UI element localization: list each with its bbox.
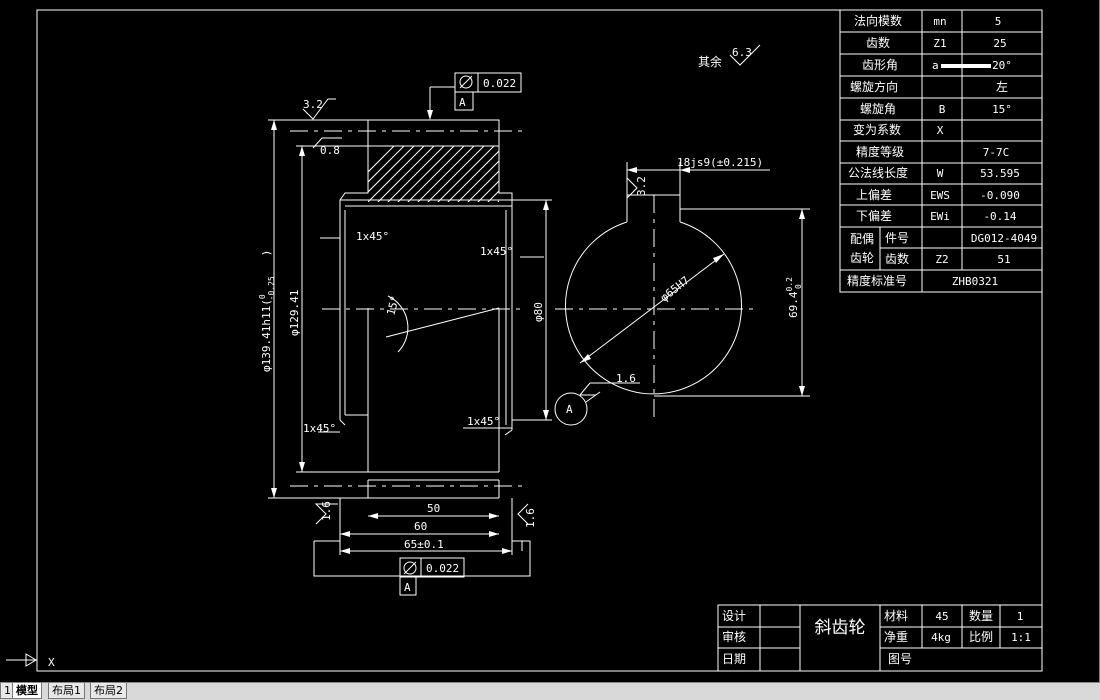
param-symbol: W [937, 167, 944, 180]
param-name: 法向模数 [854, 13, 902, 28]
material-value: 45 [935, 610, 948, 623]
hole-label: φ65H7 [658, 274, 692, 305]
length-50-label: 50 [427, 502, 440, 515]
param-symbol: EWi [930, 210, 950, 223]
mate-part-label: 件号 [885, 231, 909, 245]
layout-tab-bar: 1 模型 布局1 布局2 [0, 682, 1100, 700]
mate-teeth-label: 齿数 [885, 251, 909, 266]
param-value: 15° [992, 103, 1012, 116]
length-65-label: 65±0.1 [404, 538, 444, 551]
param-symbol: B [939, 103, 946, 116]
ucs-icon: X [6, 653, 55, 669]
mate-group-label: 配偶 [850, 232, 874, 246]
param-name: 公法线长度 [848, 165, 908, 180]
mate-part-value: DG012-4049 [971, 232, 1037, 245]
material-label: 材料 [884, 609, 908, 623]
dia-bore-label: φ80 [532, 302, 545, 322]
std-label: 精度标准号 [847, 273, 907, 288]
weight-value: 4kg [931, 631, 951, 644]
param-value: 5 [995, 15, 1002, 28]
qty-label: 数量 [969, 608, 993, 623]
mate-group-label: 齿轮 [850, 251, 874, 265]
param-name: 齿数 [866, 35, 890, 50]
tol-bottom-value: 0.022 [426, 562, 459, 575]
datum-top: A [459, 96, 466, 109]
dia-root-label: φ129.41 [288, 290, 301, 336]
param-value: 25 [993, 37, 1006, 50]
date-label: 日期 [722, 652, 746, 666]
datum-bottom: A [404, 581, 411, 594]
rough-16-circle: 1.6 [616, 372, 636, 385]
gear-parameter-table: 法向模数 mn 5 齿数 Z1 25 齿形角 a 20° 螺旋方向 左 螺旋角 … [839, 9, 1043, 293]
ucs-x-label: X [48, 656, 55, 669]
param-value: -0.14 [983, 210, 1016, 223]
param-symbol: EWS [930, 189, 950, 202]
mate-teeth-value: 51 [997, 253, 1010, 266]
drawing-canvas[interactable]: 法向模数 mn 5 齿数 Z1 25 齿形角 a 20° 螺旋方向 左 螺旋角 … [0, 0, 1100, 682]
param-name: 变为系数 [853, 122, 901, 137]
rough-16-left: 1.6 [320, 501, 333, 521]
part-name: 斜齿轮 [815, 618, 866, 638]
param-symbol: mn [933, 15, 946, 28]
chamfer-label: 1x45° [303, 422, 336, 435]
std-value: ZHB0321 [952, 275, 998, 288]
chamfer-label: 1x45° [480, 245, 513, 258]
alpha-symbol: a [932, 59, 939, 72]
param-name: 齿形角 [862, 58, 898, 72]
key-depth-label: 69.40.20 [785, 277, 803, 318]
rough-rest-value: 6.3 [732, 46, 752, 59]
keyway-label: 18js9(±0.215) [677, 156, 763, 169]
rough-08-value: 0.8 [320, 144, 340, 157]
rough-rest-label: 其余 [698, 54, 722, 69]
design-label: 设计 [722, 609, 746, 623]
param-name: 螺旋方向 [850, 79, 898, 94]
param-symbol: X [937, 124, 944, 137]
tab-layout2[interactable]: 布局2 [90, 683, 127, 699]
title-block: 设计 审核 日期 斜齿轮 材料 45 数量 1 净重 4kg 比例 1:1 图号 [717, 604, 1043, 672]
tab-layout1[interactable]: 布局1 [48, 683, 85, 699]
tab-model[interactable]: 模型 [12, 683, 42, 699]
rough-16-right: 1.6 [524, 508, 537, 528]
param-value: 7-7C [983, 146, 1010, 159]
chamfer-label: 1x45° [356, 230, 389, 243]
param-name: 螺旋角 [860, 102, 896, 116]
mate-teeth-symbol: Z2 [935, 253, 948, 266]
review-label: 审核 [722, 629, 746, 644]
length-60-label: 60 [414, 520, 427, 533]
scale-value: 1:1 [1011, 631, 1031, 644]
scale-label: 比例 [969, 630, 993, 644]
param-symbol: Z1 [933, 37, 946, 50]
param-value: -0.090 [980, 189, 1020, 202]
drawing-no-label: 图号 [888, 652, 912, 666]
qty-value: 1 [1017, 610, 1024, 623]
param-value: 20° [992, 59, 1012, 72]
key-rough-label: 3.2 [635, 176, 648, 196]
angle-label: 15° [384, 294, 402, 317]
chamfer-label: 1x45° [467, 415, 500, 428]
param-value: 53.595 [980, 167, 1020, 180]
param-name: 上偏差 [856, 187, 892, 202]
param-name: 下偏差 [856, 208, 892, 223]
param-name: 精度等级 [856, 144, 904, 159]
rough-top-value: 3.2 [303, 98, 323, 111]
weight-label: 净重 [884, 630, 908, 644]
alpha-bar [941, 64, 991, 68]
datum-circle-label: A [566, 403, 573, 416]
tol-top-value: 0.022 [483, 77, 516, 90]
param-value: 左 [996, 79, 1008, 94]
svg-text:69.40.20: 69.40.20 [785, 277, 803, 318]
dia-outer-label: φ139.41h11(0-0.25) [258, 250, 276, 372]
